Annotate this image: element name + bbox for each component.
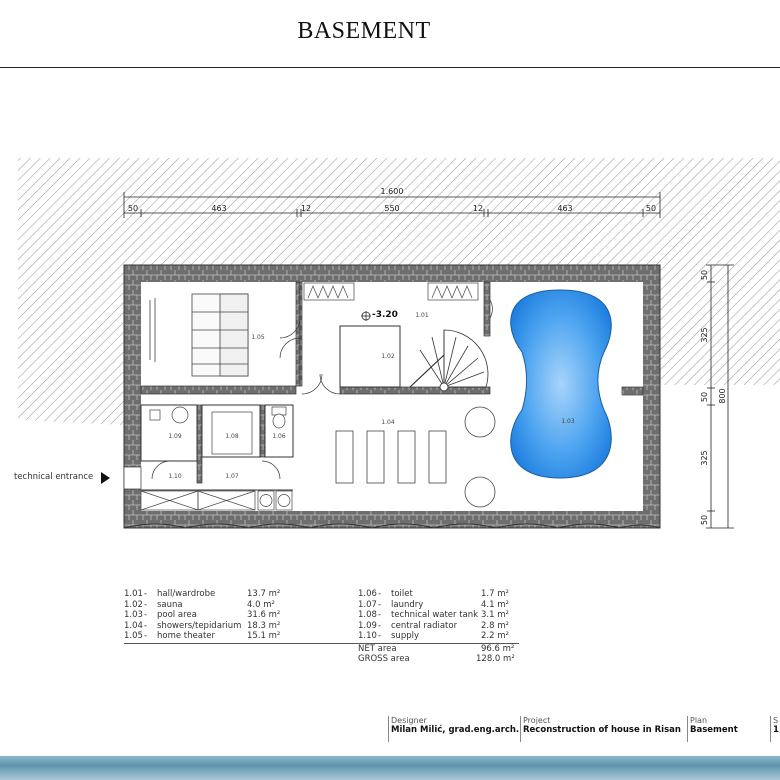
scale-value: 1	[773, 725, 779, 735]
plan-label: Plan	[690, 716, 708, 725]
project-label: Project	[523, 716, 551, 725]
dim-seg-7: 50	[646, 204, 656, 213]
page-header: BASEMENT	[0, 0, 780, 68]
legend-row: 1.07- laundry 4.1 m²	[358, 599, 509, 610]
title-block-project: Project Reconstruction of house in Risan	[523, 716, 681, 735]
title-block-divider	[520, 716, 521, 742]
dim-seg-1: 50	[128, 204, 138, 213]
technical-entrance-opening	[123, 466, 142, 490]
totals-row-gross: GROSS area 128.0 m²	[358, 654, 515, 664]
title-block-divider	[687, 716, 688, 742]
footer-band	[0, 756, 780, 780]
dim-overall-width: 1.600	[381, 187, 404, 196]
title-block-designer: Designer Milan Milić, grad.eng.arch.	[391, 716, 519, 735]
room-label-105: 1.05	[251, 334, 265, 341]
title-block-divider	[770, 716, 771, 742]
legend-row: 1.08- technical water tank 3.1 m²	[358, 610, 509, 620]
floor-plan-drawing: 1.600 50 463 12 550 12 463 50 50 325 50 …	[18, 158, 780, 529]
dim-seg-3: 12	[301, 204, 311, 213]
room-label-106: 1.06	[272, 433, 286, 440]
room-label-101: 1.01	[415, 312, 429, 319]
entrance-arrow-icon	[101, 472, 110, 484]
room-label-107: 1.07	[225, 473, 239, 480]
legend-row: 1.10- supply 2.2 m²	[358, 631, 509, 641]
room-label-108: 1.08	[225, 433, 239, 440]
room-label-109: 1.09	[168, 433, 182, 440]
dim-seg-4: 550	[384, 204, 399, 213]
legend-row: 1.09- central radiator 2.8 m²	[358, 620, 509, 631]
title-block-plan: Plan Basement	[690, 716, 738, 735]
dim-side-5: 50	[700, 515, 709, 525]
title-block-divider	[388, 716, 389, 742]
technical-entrance-label: technical entrance	[14, 472, 94, 482]
totals-row-net: NET area 96.6 m²	[358, 643, 515, 654]
level-mark: -3.20	[372, 310, 398, 320]
dim-overall-height: 800	[718, 388, 727, 403]
title-block-scale: S 1	[773, 716, 779, 735]
project-value: Reconstruction of house in Risan	[523, 725, 681, 735]
room-label-103: 1.03	[561, 418, 575, 425]
page-title: BASEMENT	[297, 18, 431, 44]
legend-row: 1.01- hall/wardrobe 13.7 m²	[124, 589, 281, 599]
designer-value: Milan Milić, grad.eng.arch.	[391, 725, 520, 735]
dim-seg-6: 463	[557, 204, 572, 213]
legend-row: 1.05- home theater 15.1 m²	[124, 631, 281, 641]
designer-label: Designer	[391, 716, 427, 725]
dim-side-2: 325	[700, 327, 709, 342]
room-label-104: 1.04	[381, 419, 395, 426]
dim-seg-2: 463	[211, 204, 226, 213]
legend-row: 1.06- toilet 1.7 m²	[358, 589, 509, 599]
legend-left: 1.01- hall/wardrobe 13.7 m² 1.02- sauna 4.0 …	[124, 589, 519, 644]
plan-value: Basement	[690, 725, 738, 735]
dim-side-3: 50	[700, 392, 709, 402]
dim-seg-5: 12	[473, 204, 483, 213]
dim-side-1: 50	[700, 270, 709, 280]
legend-right: 1.06- toilet 1.7 m² 1.07- laundry 4.1 m² 1.0…	[358, 589, 528, 665]
room-label-110: 1.10	[168, 473, 182, 480]
legend-row: 1.03- pool area 31.6 m²	[124, 610, 281, 620]
scale-label: S	[773, 716, 779, 725]
legend-row: 1.02- sauna 4.0 m²	[124, 599, 275, 610]
dim-side-4: 325	[700, 450, 709, 465]
room-label-102: 1.02	[381, 353, 395, 360]
legend-row: 1.04- showers/tepidarium 18.3 m²	[124, 620, 281, 631]
